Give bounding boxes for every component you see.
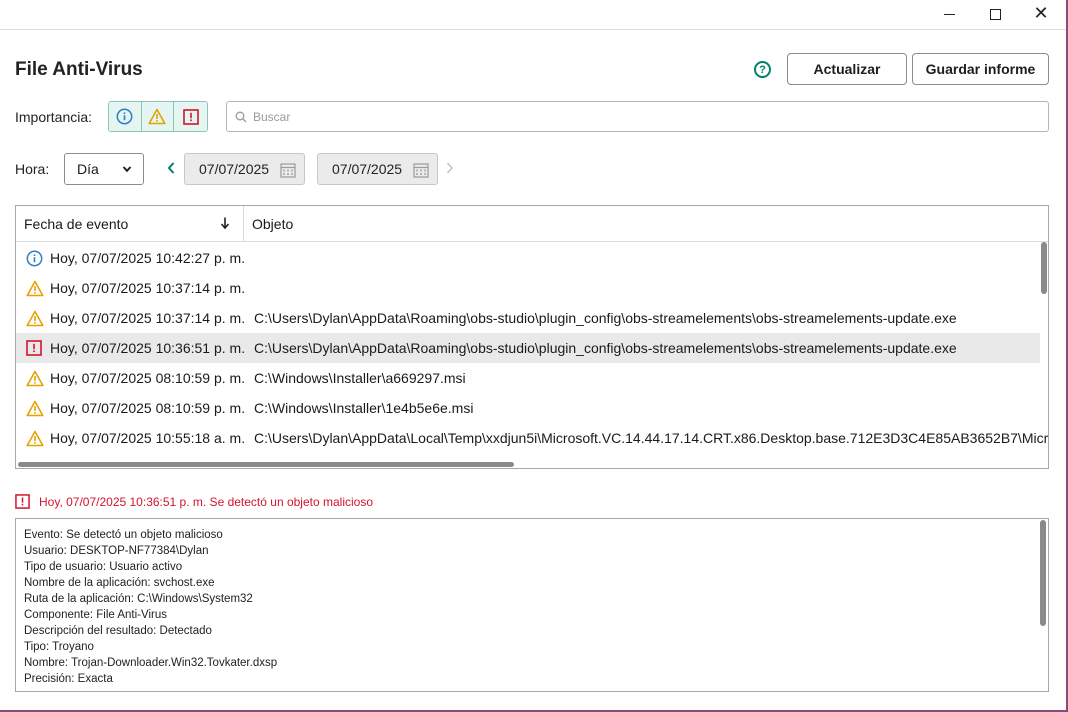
previous-period-arrow[interactable]	[166, 161, 176, 175]
event-date-cell: Hoy, 07/07/2025 08:10:59 p. m.	[50, 400, 246, 416]
table-row[interactable]: Hoy, 07/07/2025 10:42:27 p. m.	[16, 243, 1040, 273]
warning-severity	[26, 370, 44, 387]
detail-line: Tipo de usuario: Usuario activo	[24, 561, 183, 573]
event-date-cell: Hoy, 07/07/2025 10:37:14 p. m.	[50, 280, 246, 296]
table-row[interactable]: Hoy, 07/07/2025 10:36:51 p. m. C:\Users\D…	[16, 333, 1040, 363]
search-icon	[235, 111, 247, 122]
table-body: Hoy, 07/07/2025 10:42:27 p. m. Hoy, 07/07…	[16, 243, 1048, 453]
scrollbar-thumb[interactable]	[1041, 242, 1047, 294]
event-date-cell: Hoy, 07/07/2025 10:42:27 p. m.	[50, 250, 246, 266]
table-row[interactable]: Hoy, 07/07/2025 10:37:14 p. m.	[16, 273, 1040, 303]
table-vertical-scrollbar[interactable]	[1040, 242, 1048, 462]
warning-severity	[26, 310, 44, 327]
warning-icon	[26, 370, 44, 387]
calendar-icon[interactable]	[413, 162, 429, 178]
search-box[interactable]	[226, 101, 1049, 132]
detail-line: Componente: File Anti-Virus	[24, 609, 167, 621]
date-to-value: 07/07/2025	[332, 161, 403, 177]
minimize-button[interactable]	[926, 0, 972, 28]
selected-event-summary: Hoy, 07/07/2025 10:36:51 p. m. Se detect…	[15, 494, 373, 509]
info-icon	[116, 108, 133, 125]
warning-icon	[26, 400, 44, 417]
chevron-down-icon	[122, 166, 132, 173]
table-row[interactable]: Hoy, 07/07/2025 10:55:18 a. m. C:\Users\D…	[16, 423, 1048, 453]
close-button[interactable]: ✕	[1018, 0, 1064, 28]
info-icon	[26, 250, 43, 267]
event-details-panel[interactable]: Evento: Se detectó un objeto malicioso Us…	[15, 518, 1049, 692]
warning-severity	[26, 430, 44, 447]
severity-filter	[108, 101, 208, 132]
date-to-field[interactable]: 07/07/2025	[317, 153, 438, 185]
table-row[interactable]: Hoy, 07/07/2025 10:37:14 p. m. C:\Users\D…	[16, 303, 1040, 333]
warning-icon	[26, 310, 44, 327]
column-header-event-date[interactable]: Fecha de evento	[16, 206, 244, 242]
object-cell: C:\Users\Dylan\AppData\Local\Temp\xxdjun…	[254, 430, 1049, 446]
importance-label: Importancia:	[15, 109, 93, 125]
warning-icon	[26, 430, 44, 447]
update-button[interactable]: Actualizar	[787, 53, 907, 85]
search-input[interactable]	[253, 109, 1033, 124]
warning-icon	[26, 280, 44, 297]
calendar-icon[interactable]	[280, 162, 296, 178]
critical-icon	[15, 494, 30, 509]
event-date-cell: Hoy, 07/07/2025 10:37:14 p. m.	[50, 310, 246, 326]
detail-line: Descripción del resultado: Detectado	[24, 625, 212, 637]
filter-info-button[interactable]	[109, 102, 142, 131]
critical-icon	[182, 108, 199, 125]
table-header: Fecha de evento Objeto	[16, 206, 1048, 242]
table-row[interactable]: Hoy, 07/07/2025 08:10:59 p. m. C:\Windows…	[16, 363, 1040, 393]
detail-line: Nombre de la aplicación: svchost.exe	[24, 577, 215, 589]
table-row[interactable]: Hoy, 07/07/2025 08:10:59 p. m. C:\Windows…	[16, 393, 1040, 423]
scrollbar-thumb[interactable]	[1040, 520, 1046, 626]
time-label: Hora:	[15, 161, 50, 177]
critical-severity	[26, 340, 43, 357]
scrollbar-thumb[interactable]	[18, 462, 514, 467]
maximize-icon	[989, 8, 1001, 20]
save-report-button[interactable]: Guardar informe	[912, 53, 1049, 85]
minimize-icon	[943, 13, 955, 15]
info-severity	[26, 250, 43, 267]
detail-line: Usuario: DESKTOP-NF77384\Dylan	[24, 545, 209, 557]
period-value: Día	[77, 161, 99, 177]
detail-line: Precisión: Exacta	[24, 673, 113, 685]
warning-severity	[26, 400, 44, 417]
event-date-cell: Hoy, 07/07/2025 10:36:51 p. m.	[50, 340, 246, 356]
period-select[interactable]: Día	[64, 153, 144, 185]
page-title: File Anti-Virus	[15, 59, 143, 80]
critical-icon	[26, 340, 42, 356]
close-icon: ✕	[1033, 3, 1049, 24]
event-date-cell: Hoy, 07/07/2025 08:10:59 p. m.	[50, 370, 246, 386]
warning-icon	[148, 108, 167, 125]
filter-critical-button[interactable]	[174, 102, 207, 131]
maximize-button[interactable]	[972, 0, 1018, 28]
detail-line: Tipo: Troyano	[24, 641, 94, 653]
table-horizontal-scrollbar[interactable]	[16, 461, 1040, 468]
help-icon[interactable]: ?	[754, 61, 771, 78]
date-from-field[interactable]: 07/07/2025	[184, 153, 305, 185]
object-cell: C:\Windows\Installer\1e4b5e6e.msi	[254, 400, 474, 416]
column-header-object[interactable]: Objeto	[244, 206, 1024, 242]
next-period-arrow[interactable]	[445, 161, 455, 175]
detail-line: Evento: Se detectó un objeto malicioso	[24, 529, 223, 541]
object-cell: C:\Users\Dylan\AppData\Roaming\obs-studi…	[254, 340, 957, 356]
app-window: ✕ File Anti-Virus ? Actualizar Guardar i…	[0, 0, 1068, 712]
sort-descending-icon	[220, 217, 230, 230]
event-date-cell: Hoy, 07/07/2025 10:55:18 a. m.	[50, 430, 246, 446]
detail-line: Nombre: Trojan-Downloader.Win32.Tovkater…	[24, 657, 278, 669]
selected-event-summary-text: Hoy, 07/07/2025 10:36:51 p. m. Se detect…	[39, 494, 373, 509]
filter-warning-button[interactable]	[141, 102, 175, 131]
title-bar: ✕	[0, 0, 1066, 30]
details-vertical-scrollbar[interactable]	[1039, 520, 1047, 690]
object-cell: C:\Users\Dylan\AppData\Roaming\obs-studi…	[254, 310, 957, 326]
events-table: Fecha de evento Objeto Hoy, 07/07/2025 1…	[15, 205, 1049, 469]
date-from-value: 07/07/2025	[199, 161, 270, 177]
object-cell: C:\Windows\Installer\a669297.msi	[254, 370, 466, 386]
warning-severity	[26, 280, 44, 297]
detail-line: Ruta de la aplicación: C:\Windows\System…	[24, 593, 253, 605]
